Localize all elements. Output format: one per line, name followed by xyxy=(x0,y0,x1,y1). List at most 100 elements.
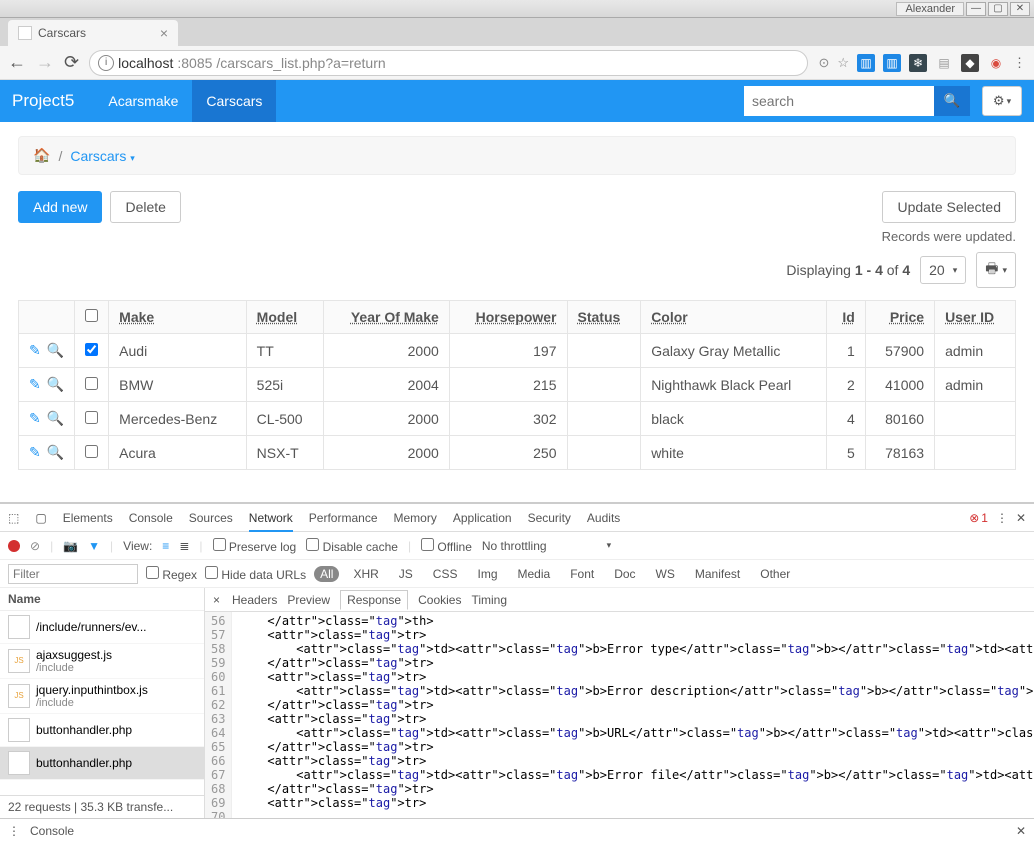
cell-hp[interactable]: 250 xyxy=(449,436,567,470)
record-button[interactable] xyxy=(8,540,20,552)
window-close-button[interactable]: ✕ xyxy=(1010,2,1030,16)
extension-trello2-icon[interactable]: ▥ xyxy=(883,54,901,72)
cell-price[interactable]: 80160 xyxy=(865,402,934,436)
cell-user[interactable] xyxy=(935,436,1016,470)
filter-icon[interactable]: ▼ xyxy=(88,539,100,553)
throttling-select[interactable]: No throttling xyxy=(482,539,547,553)
breadcrumb-current[interactable]: Carscars ▾ xyxy=(70,148,134,164)
cell-make[interactable]: Acura xyxy=(109,436,247,470)
col-color[interactable]: Color xyxy=(641,301,827,334)
col-make[interactable]: Make xyxy=(109,301,247,334)
cell-id[interactable]: 5 xyxy=(827,436,866,470)
regex-checkbox[interactable]: Regex xyxy=(146,566,197,582)
select-all-checkbox[interactable] xyxy=(85,309,98,322)
bookmark-star-icon[interactable]: ☆ xyxy=(837,55,849,71)
edit-icon[interactable]: ✎ xyxy=(29,342,41,359)
devtools-tab-elements[interactable]: Elements xyxy=(63,511,113,525)
col-year[interactable]: Year Of Make xyxy=(323,301,449,334)
row-checkbox[interactable] xyxy=(85,343,98,356)
cell-color[interactable]: white xyxy=(641,436,827,470)
hide-data-checkbox[interactable]: Hide data URLs xyxy=(205,566,306,582)
network-filter-input[interactable] xyxy=(8,564,138,584)
response-tab-preview[interactable]: Preview xyxy=(287,593,330,607)
devtools-tab-network[interactable]: Network xyxy=(249,511,293,532)
filter-type-doc[interactable]: Doc xyxy=(608,566,641,582)
request-item[interactable]: buttonhandler.php xyxy=(0,714,204,747)
view-small-icon[interactable]: ≣ xyxy=(179,539,189,553)
cell-user[interactable]: admin xyxy=(935,368,1016,402)
nav-link-carscars[interactable]: Carscars xyxy=(192,80,276,122)
disable-cache-checkbox[interactable]: Disable cache xyxy=(306,538,398,554)
cell-year[interactable]: 2000 xyxy=(323,334,449,368)
request-item[interactable]: JSajaxsuggest.js/include xyxy=(0,644,204,679)
reload-button[interactable]: ⟳ xyxy=(64,52,79,73)
cell-id[interactable]: 2 xyxy=(827,368,866,402)
row-checkbox[interactable] xyxy=(85,377,98,390)
console-menu-icon[interactable]: ⋮ xyxy=(8,824,20,838)
row-checkbox[interactable] xyxy=(85,445,98,458)
extension-shield-icon[interactable]: ◉ xyxy=(987,54,1005,72)
cell-year[interactable]: 2000 xyxy=(323,436,449,470)
home-icon[interactable]: 🏠 xyxy=(33,147,50,164)
console-close-icon[interactable]: ✕ xyxy=(1016,824,1026,838)
browser-menu-icon[interactable]: ⋮ xyxy=(1013,55,1026,71)
edit-icon[interactable]: ✎ xyxy=(29,376,41,393)
devtools-close-icon[interactable]: ✕ xyxy=(1016,511,1026,525)
filter-type-ws[interactable]: WS xyxy=(650,566,681,582)
settings-dropdown-button[interactable]: ⚙▾ xyxy=(982,86,1022,116)
cell-model[interactable]: TT xyxy=(246,334,323,368)
col-hp[interactable]: Horsepower xyxy=(449,301,567,334)
devtools-tab-audits[interactable]: Audits xyxy=(587,511,620,525)
filter-type-css[interactable]: CSS xyxy=(427,566,464,582)
cell-price[interactable]: 41000 xyxy=(865,368,934,402)
cell-color[interactable]: Galaxy Gray Metallic xyxy=(641,334,827,368)
filter-type-js[interactable]: JS xyxy=(393,566,419,582)
devtools-tab-performance[interactable]: Performance xyxy=(309,511,378,525)
col-user[interactable]: User ID xyxy=(935,301,1016,334)
caret-down-icon[interactable]: ▾ xyxy=(607,540,612,551)
print-dropdown-button[interactable]: 🖶▾ xyxy=(976,252,1016,288)
filter-type-font[interactable]: Font xyxy=(564,566,600,582)
view-icon[interactable]: 🔍 xyxy=(47,410,64,427)
filter-type-other[interactable]: Other xyxy=(754,566,796,582)
cell-color[interactable]: black xyxy=(641,402,827,436)
col-id[interactable]: Id xyxy=(827,301,866,334)
view-large-icon[interactable]: ≡ xyxy=(162,539,169,553)
cell-hp[interactable]: 302 xyxy=(449,402,567,436)
request-item[interactable]: JSjquery.inputhintbox.js/include xyxy=(0,679,204,714)
request-item[interactable]: buttonhandler.php xyxy=(0,747,204,780)
cell-model[interactable]: 525i xyxy=(246,368,323,402)
back-button[interactable]: ← xyxy=(8,52,26,73)
request-item[interactable]: /include/runners/ev... xyxy=(0,611,204,644)
search-omnibox-icon[interactable]: ⊙ xyxy=(818,55,829,71)
col-status[interactable]: Status xyxy=(567,301,641,334)
extension-pdf-icon[interactable]: ▤ xyxy=(935,54,953,72)
cell-make[interactable]: BMW xyxy=(109,368,247,402)
devtools-device-icon[interactable]: ▢ xyxy=(35,511,46,525)
url-field[interactable]: i localhost:8085/carscars_list.php?a=ret… xyxy=(89,50,808,76)
add-new-button[interactable]: Add new xyxy=(18,191,102,223)
view-icon[interactable]: 🔍 xyxy=(47,342,64,359)
cell-make[interactable]: Mercedes-Benz xyxy=(109,402,247,436)
cell-user[interactable]: admin xyxy=(935,334,1016,368)
cell-status[interactable] xyxy=(567,334,641,368)
cell-make[interactable]: Audi xyxy=(109,334,247,368)
devtools-tab-sources[interactable]: Sources xyxy=(189,511,233,525)
search-button[interactable]: 🔍 xyxy=(934,86,970,116)
extension-trello-icon[interactable]: ▥ xyxy=(857,54,875,72)
forward-button[interactable]: → xyxy=(36,52,54,73)
cell-year[interactable]: 2004 xyxy=(323,368,449,402)
search-input[interactable] xyxy=(744,86,934,116)
devtools-tab-application[interactable]: Application xyxy=(453,511,512,525)
devtools-menu-icon[interactable]: ⋮ xyxy=(996,511,1008,525)
cell-hp[interactable]: 215 xyxy=(449,368,567,402)
browser-tab[interactable]: Carscars × xyxy=(8,20,178,46)
cell-model[interactable]: CL-500 xyxy=(246,402,323,436)
offline-checkbox[interactable]: Offline xyxy=(421,538,472,554)
response-source[interactable]: 56 57 58 59 60 61 62 63 64 65 66 67 68 6… xyxy=(205,612,1034,818)
col-model[interactable]: Model xyxy=(246,301,323,334)
cell-price[interactable]: 57900 xyxy=(865,334,934,368)
devtools-tab-console[interactable]: Console xyxy=(129,511,173,525)
response-close-icon[interactable]: × xyxy=(213,593,220,607)
filter-type-manifest[interactable]: Manifest xyxy=(689,566,746,582)
